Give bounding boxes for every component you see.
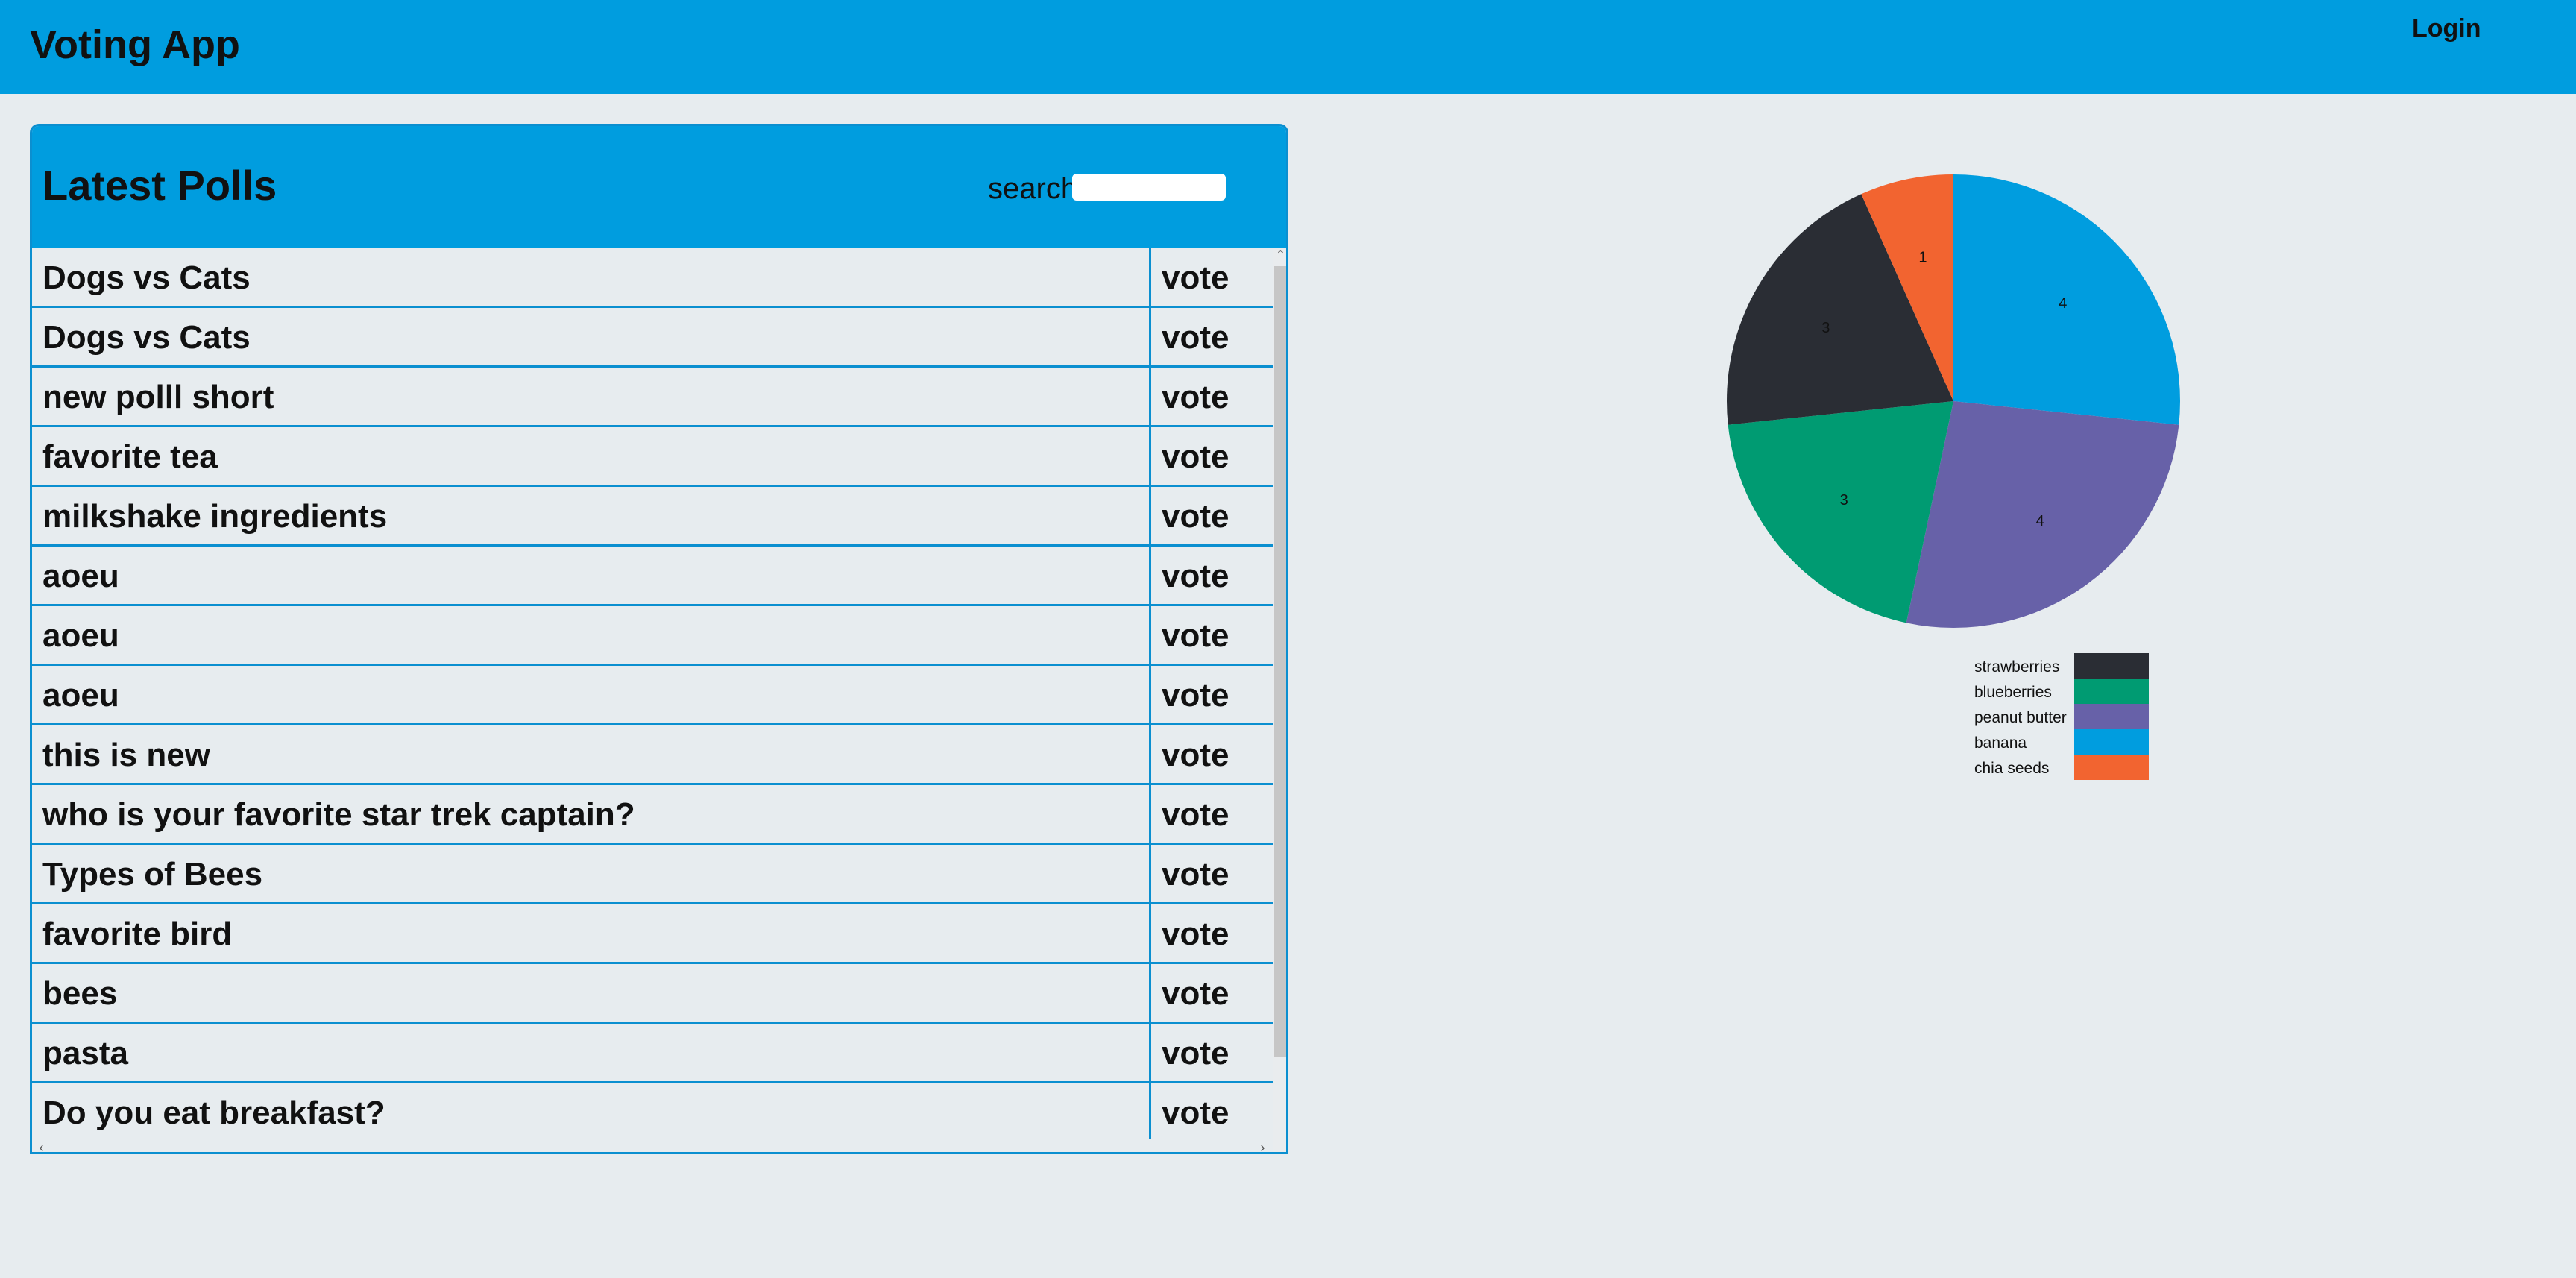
legend-swatch [2074,755,2149,780]
poll-row: Types of Bees vote [32,845,1273,904]
poll-title[interactable]: new polll short [42,378,274,417]
poll-list: Dogs vs Cats vote Dogs vs Cats vote new poll… [32,248,1273,1152]
poll-row: aoeu vote [32,606,1273,666]
vote-label: vote [1162,1035,1229,1071]
vote-button[interactable]: vote [1149,248,1273,306]
poll-row: Do you eat breakfast? vote [32,1083,1273,1143]
vote-label: vote [1162,796,1229,833]
pie-slice-value-label: 4 [2036,513,2044,529]
poll-title[interactable]: bees [42,975,117,1013]
vote-button[interactable]: vote [1149,308,1273,365]
pie-slice-value-label: 1 [1918,250,1927,266]
vote-label: vote [1162,498,1229,535]
legend-swatch [2074,704,2149,729]
vote-label: vote [1162,617,1229,654]
poll-row: pasta vote [32,1024,1273,1083]
scrollbar-thumb[interactable] [1274,266,1286,1057]
legend-label: strawberries [1974,658,2060,676]
vote-button[interactable]: vote [1149,904,1273,962]
vote-label: vote [1162,558,1229,594]
legend-swatch [2074,653,2149,679]
search-input[interactable] [1072,174,1226,201]
vote-button[interactable]: vote [1149,666,1273,723]
poll-row: milkshake ingredients vote [32,487,1273,547]
app-brand[interactable]: Voting App [30,21,240,69]
poll-title[interactable]: this is new [42,736,210,775]
legend-label: banana [1974,734,2027,752]
legend-swatch [2074,729,2149,755]
chevron-up-icon[interactable]: ⌃ [1273,248,1286,263]
vote-button[interactable]: vote [1149,725,1273,783]
poll-row: new polll short vote [32,368,1273,427]
legend-item: chia seeds [1974,755,2153,780]
poll-title[interactable]: pasta [42,1034,128,1073]
poll-row: this is new vote [32,725,1273,785]
legend-label: chia seeds [1974,760,2050,777]
vote-button[interactable]: vote [1149,606,1273,664]
vote-button[interactable]: vote [1149,547,1273,604]
vote-label: vote [1162,975,1229,1012]
poll-row: bees vote [32,964,1273,1024]
legend-item: strawberries [1974,653,2153,679]
legend-label: blueberries [1974,684,2052,701]
legend-item: blueberries [1974,679,2153,704]
poll-title[interactable]: favorite bird [42,915,232,954]
vote-label: vote [1162,259,1229,296]
legend-label: peanut butter [1974,709,2067,726]
vote-label: vote [1162,856,1229,893]
vote-label: vote [1162,1095,1229,1131]
chevron-left-icon[interactable]: ‹ [34,1140,49,1152]
vote-label: vote [1162,737,1229,773]
vote-button[interactable]: vote [1149,845,1273,902]
login-link[interactable]: Login [2412,13,2481,43]
chevron-right-icon[interactable]: › [1255,1140,1270,1152]
poll-title[interactable]: Dogs vs Cats [42,318,251,357]
poll-title[interactable]: favorite tea [42,438,218,476]
panel-header: Latest Polls search [32,126,1286,248]
vote-button[interactable]: vote [1149,1083,1273,1141]
legend-item: peanut butter [1974,704,2153,729]
latest-polls-panel: Latest Polls search Dogs vs Cats vote Dogs… [30,124,1288,1154]
legend-item: banana [1974,729,2153,755]
search-label: search [988,172,1078,205]
poll-row: who is your favorite star trek captain? v… [32,785,1273,845]
poll-row: aoeu vote [32,666,1273,725]
vote-button[interactable]: vote [1149,964,1273,1022]
poll-title[interactable]: Types of Bees [42,855,262,894]
poll-row: Dogs vs Cats vote [32,308,1273,368]
pie-slice-value-label: 3 [1821,320,1830,336]
poll-title[interactable]: who is your favorite star trek captain? [42,796,635,834]
poll-row: Dogs vs Cats vote [32,248,1273,308]
poll-title[interactable]: aoeu [42,676,119,715]
vote-button[interactable]: vote [1149,1024,1273,1081]
legend-swatch [2074,679,2149,704]
vote-label: vote [1162,379,1229,415]
vertical-scrollbar[interactable]: ⌃ ⌄ [1273,248,1286,1152]
navbar: Voting App Login [0,0,2576,94]
vote-label: vote [1162,677,1229,714]
pie-chart-svg: 4 4 3 3 1 [1727,174,2180,628]
vote-button[interactable]: vote [1149,487,1273,544]
poll-row: aoeu vote [32,547,1273,606]
vote-label: vote [1162,438,1229,475]
vote-button[interactable]: vote [1149,368,1273,425]
poll-title[interactable]: Dogs vs Cats [42,259,251,298]
poll-title[interactable]: aoeu [42,557,119,596]
panel-title: Latest Polls [42,162,277,209]
vote-label: vote [1162,916,1229,952]
poll-title[interactable]: aoeu [42,617,119,655]
poll-row: favorite bird vote [32,904,1273,964]
vote-label: vote [1162,319,1229,356]
pie-slice-value-label: 3 [1840,492,1848,509]
poll-row: favorite tea vote [32,427,1273,487]
pie-slice-value-label: 4 [2059,295,2067,312]
vote-button[interactable]: vote [1149,427,1273,485]
poll-title[interactable]: Do you eat breakfast? [42,1094,385,1133]
poll-title[interactable]: milkshake ingredients [42,497,387,536]
results-pie-chart: 4 4 3 3 1 [1707,164,2199,656]
vote-button[interactable]: vote [1149,785,1273,843]
horizontal-scrollbar[interactable]: ‹ › [32,1139,1273,1152]
